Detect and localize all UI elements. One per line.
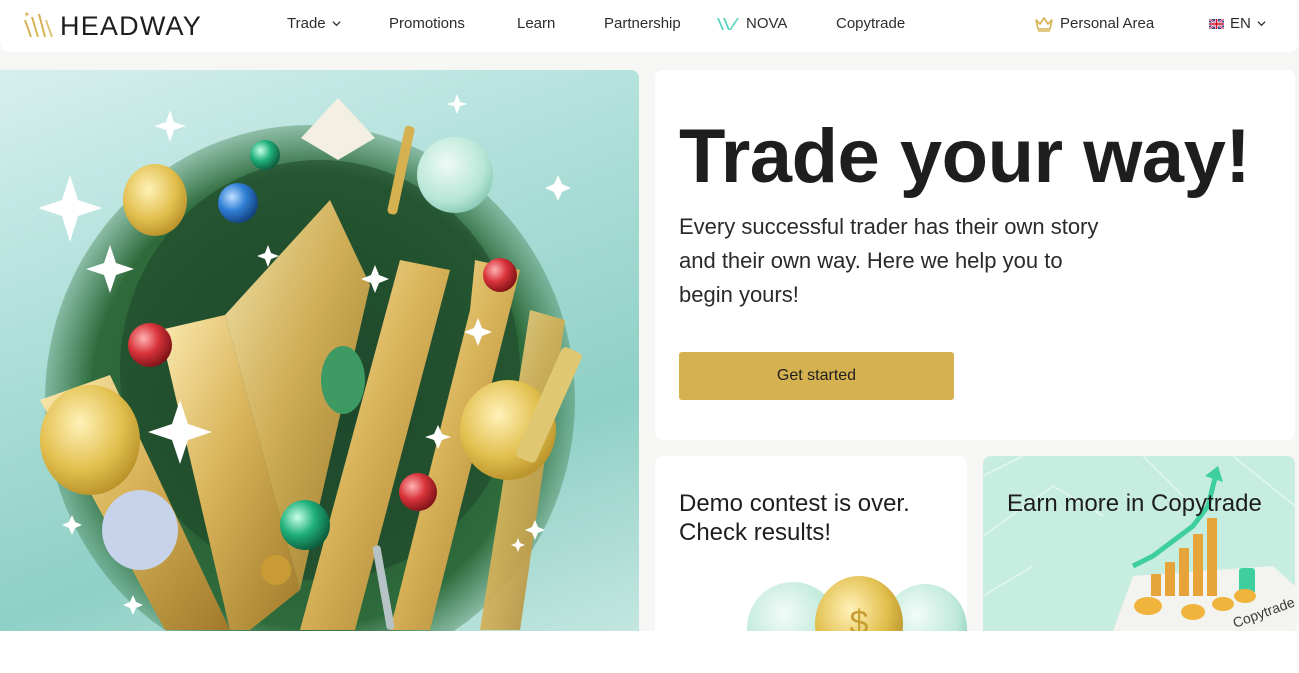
nav-copytrade-label: Copytrade xyxy=(836,15,906,32)
hero-card: Trade your way! Every successful trader … xyxy=(655,70,1295,440)
nav-partnership-label: Partnership xyxy=(604,15,681,32)
nav-learn-label: Learn xyxy=(517,15,556,32)
logo-text: HEADWAY xyxy=(60,10,202,41)
uk-flag-icon xyxy=(1209,18,1224,29)
nav-personal-area[interactable]: Personal Area xyxy=(1034,15,1154,32)
copytrade-chart-illustration: Copytrade xyxy=(983,456,1295,631)
chevron-down-icon xyxy=(1257,21,1266,27)
demo-contest-card[interactable]: $ Demo contest is over. Check results! xyxy=(655,456,967,631)
hero-title: Trade your way! xyxy=(679,114,1251,199)
nav-nova[interactable]: NOVA xyxy=(716,15,787,32)
chevron-down-icon xyxy=(332,21,341,27)
nav-learn[interactable]: Learn xyxy=(517,15,555,32)
christmas-tree-logo-illustration xyxy=(38,94,582,631)
nav-trade[interactable]: Trade xyxy=(287,15,341,32)
nav-partnership[interactable]: Partnership xyxy=(604,15,681,32)
get-started-button[interactable]: Get started xyxy=(679,352,954,400)
nav-personal-area-label: Personal Area xyxy=(1060,15,1155,32)
hero-subtitle: Every successful trader has their own st… xyxy=(679,214,1099,307)
crown-icon xyxy=(1035,16,1053,32)
top-navbar: HEADWAY Trade Promotions Learn Partnersh… xyxy=(0,0,1299,52)
nav-promotions[interactable]: Promotions xyxy=(389,15,465,32)
demo-contest-title: Demo contest is over. Check results! xyxy=(679,490,910,546)
svg-text:$: $ xyxy=(850,604,869,631)
page: HEADWAY Trade Promotions Learn Partnersh… xyxy=(0,0,1299,631)
nav-nova-label: NOVA xyxy=(746,15,788,32)
nova-icon xyxy=(717,17,739,30)
hero-illustration[interactable] xyxy=(0,70,639,631)
headway-logo-icon xyxy=(24,11,53,37)
nav-promotions-label: Promotions xyxy=(389,15,465,32)
headway-logo[interactable]: HEADWAY xyxy=(22,4,202,48)
copytrade-card[interactable]: Copytrade Earn more in Copytrade xyxy=(983,456,1295,631)
copytrade-card-title: Earn more in Copytrade xyxy=(1007,490,1262,517)
language-selector[interactable]: EN xyxy=(1209,15,1266,32)
nav-copytrade[interactable]: Copytrade xyxy=(836,15,905,32)
language-label: EN xyxy=(1230,15,1251,32)
nav-trade-label: Trade xyxy=(287,15,326,32)
